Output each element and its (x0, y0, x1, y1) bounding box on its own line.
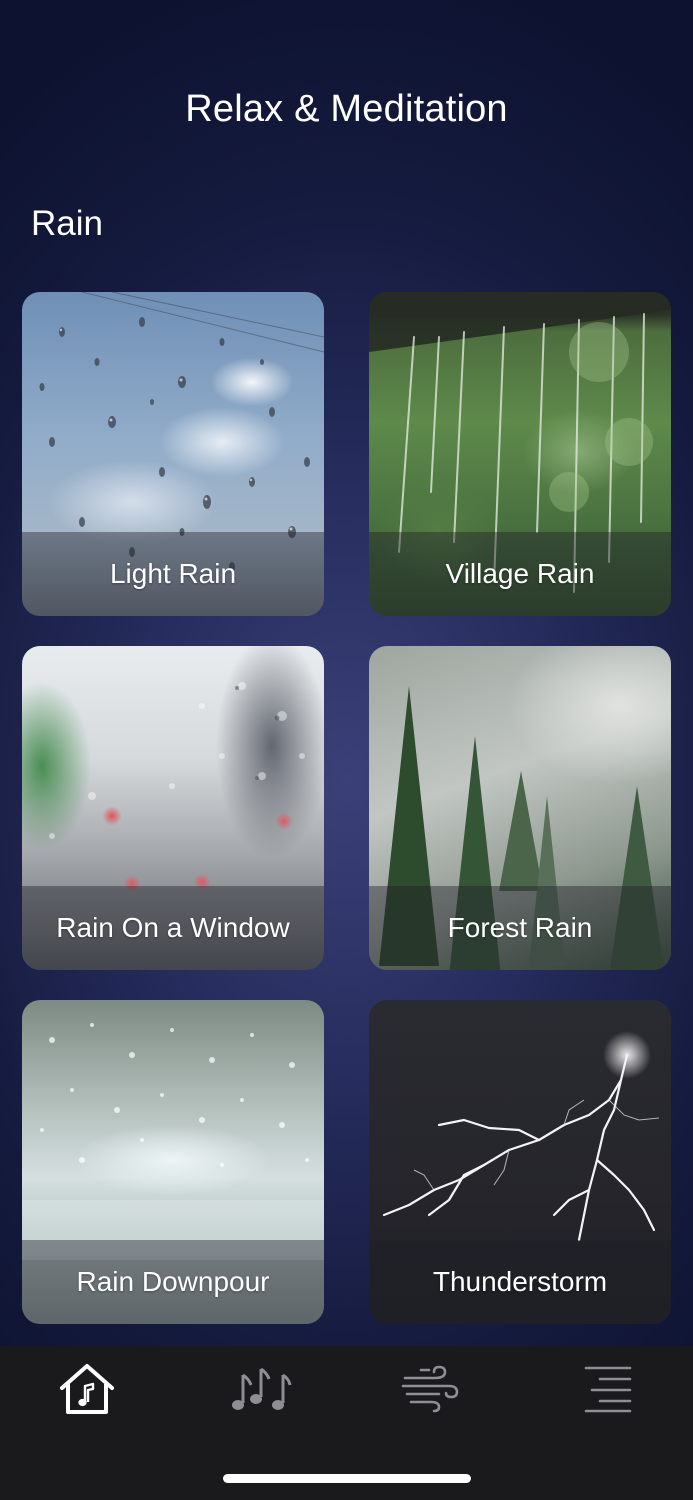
card-label: Forest Rain (447, 912, 593, 943)
tab-menu[interactable] (561, 1354, 651, 1424)
card-label: Light Rain (109, 558, 237, 589)
sound-card-rain-on-a-window[interactable]: Rain On a Window (22, 646, 324, 970)
card-label: Rain Downpour (76, 1266, 270, 1297)
wind-icon (401, 1365, 459, 1413)
sound-card-forest-rain[interactable]: Forest Rain (369, 646, 671, 970)
tab-ambient[interactable] (386, 1354, 476, 1424)
card-label: Rain On a Window (56, 912, 290, 943)
card-label-bar: Light Rain (22, 532, 324, 616)
card-label-bar: Village Rain (369, 532, 671, 616)
tab-home[interactable] (42, 1354, 132, 1424)
card-label-bar: Thunderstorm (369, 1240, 671, 1324)
music-notes-icon (232, 1367, 292, 1410)
card-label-bar: Forest Rain (369, 886, 671, 970)
card-label-bar: Rain Downpour (22, 1240, 324, 1324)
sound-grid: Light Rain Village Rain Rain On a Window… (22, 292, 671, 1324)
sound-card-thunderstorm[interactable]: Thunderstorm (369, 1000, 671, 1324)
sound-card-light-rain[interactable]: Light Rain (22, 292, 324, 616)
card-label-bar: Rain On a Window (22, 886, 324, 970)
home-music-icon (60, 1364, 114, 1414)
home-indicator[interactable] (223, 1474, 471, 1483)
app-title: Relax & Meditation (185, 88, 508, 130)
menu-lines-icon (584, 1366, 632, 1413)
sound-card-village-rain[interactable]: Village Rain (369, 292, 671, 616)
section-title-rain: Rain (31, 204, 103, 243)
card-label: Thunderstorm (432, 1266, 608, 1297)
tab-music[interactable] (216, 1354, 306, 1424)
card-label: Village Rain (445, 558, 595, 589)
sound-card-rain-downpour[interactable]: Rain Downpour (22, 1000, 324, 1324)
